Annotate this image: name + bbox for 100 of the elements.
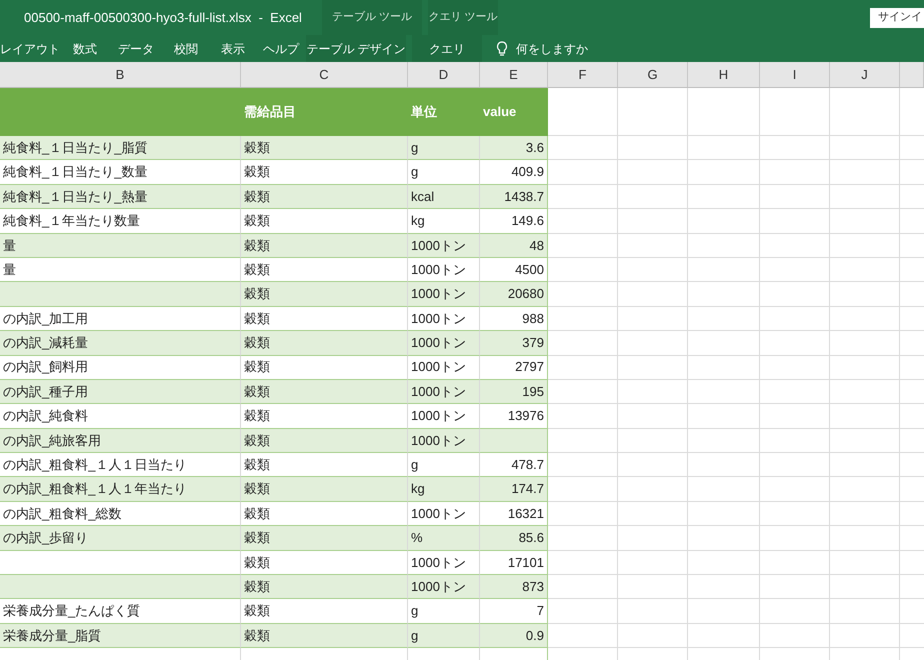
ribbon-tab[interactable]: クエリ: [412, 35, 482, 62]
empty-cell: [618, 184, 688, 210]
empty-cell: [830, 550, 900, 576]
empty-cell: [760, 428, 830, 454]
empty-cell: [618, 526, 688, 551]
table-cell: 穀類: [241, 306, 408, 332]
empty-cell: [760, 234, 830, 258]
table-cell: kg: [408, 477, 480, 502]
table-cell: 栄養成分量_脂質: [0, 624, 241, 648]
table-cell: g: [408, 453, 480, 478]
column-header[interactable]: E: [480, 62, 548, 87]
column-header[interactable]: C: [241, 62, 408, 87]
empty-cell: [618, 306, 688, 332]
table-cell: 穀類: [241, 380, 408, 404]
table-cell: 478.7: [480, 453, 548, 478]
ribbon-tab[interactable]: テーブル デザイン: [306, 35, 406, 62]
table-cell: 7: [480, 599, 548, 624]
table-header-cell-text: value: [483, 103, 516, 122]
column-header[interactable]: I: [760, 62, 830, 87]
ribbon-tab[interactable]: 数式: [60, 35, 110, 62]
table-cell: 穀類: [241, 184, 408, 210]
table-cell: 1000トン: [408, 380, 480, 404]
table-cell: 3.6: [480, 136, 548, 160]
empty-cell: [830, 356, 900, 380]
table-cell: 16321: [480, 502, 548, 526]
table-cell: 2797: [480, 356, 548, 380]
table-cell: 17101: [480, 550, 548, 576]
empty-cell: [618, 477, 688, 502]
empty-cell: [688, 453, 760, 478]
table-cell: 穀類: [241, 160, 408, 185]
empty-cell: [688, 356, 760, 380]
table-cell: 穀類: [241, 428, 408, 454]
empty-cell: [830, 575, 900, 600]
column-header[interactable]: D: [408, 62, 480, 87]
table-cell: 149.6: [480, 209, 548, 234]
column-header[interactable]: G: [618, 62, 688, 87]
table-cell: kcal: [408, 184, 480, 210]
lightbulb-icon: [496, 40, 508, 56]
empty-cell: [830, 184, 900, 210]
empty-cell: [688, 306, 760, 332]
table-cell: の内訳_飼料用: [0, 356, 241, 380]
table-cell: 穀類: [241, 550, 408, 576]
column-header[interactable]: B: [0, 62, 241, 87]
empty-cell: [688, 160, 760, 185]
table-cell: 1438.7: [480, 184, 548, 210]
empty-cell: [830, 453, 900, 478]
empty-cell: [760, 184, 830, 210]
empty-cell: [618, 428, 688, 454]
table-cell: 穀類: [241, 331, 408, 356]
table-cell: 穀類: [241, 599, 408, 624]
ribbon-tab[interactable]: レイアウト: [0, 35, 60, 62]
empty-cell: [760, 136, 830, 160]
empty-cell: [618, 624, 688, 648]
table-cell: 穀類: [241, 282, 408, 307]
table-cell: 穀類: [241, 575, 408, 600]
empty-cell: [830, 624, 900, 648]
table-cell: の内訳_純食料: [0, 404, 241, 429]
ribbon-tab[interactable]: ヘルプ: [256, 35, 306, 62]
table-cell: 純食料_１日当たり_脂質: [0, 136, 241, 160]
empty-cell: [618, 209, 688, 234]
table-cell: の内訳_種子用: [0, 380, 241, 404]
table-cell: 1000トン: [408, 331, 480, 356]
table-cell: 穀類: [241, 624, 408, 648]
empty-cell: [760, 306, 830, 332]
empty-cell: [618, 234, 688, 258]
empty-cell: [618, 356, 688, 380]
table-cell: の内訳_純旅客用: [0, 428, 241, 454]
empty-cell: [830, 599, 900, 624]
table-cell: の内訳_減耗量: [0, 331, 241, 356]
table-cell: 0.9: [480, 624, 548, 648]
empty-cell: [760, 380, 830, 404]
empty-cell: [830, 502, 900, 526]
table-cell: 穀類: [241, 502, 408, 526]
ribbon-tab[interactable]: 表示: [210, 35, 256, 62]
empty-cell: [830, 209, 900, 234]
column-header[interactable]: J: [830, 62, 900, 87]
table-cell: g: [408, 160, 480, 185]
table-header-cell-text: 需給品目: [244, 103, 296, 122]
empty-cell: [688, 136, 760, 160]
ribbon-tab[interactable]: 校閲: [162, 35, 210, 62]
tell-me-field[interactable]: 何をしますか: [516, 40, 588, 58]
table-cell: 穀類: [241, 356, 408, 380]
empty-cell: [618, 404, 688, 429]
table-cell: 穀類: [241, 453, 408, 478]
table-cell: 1000トン: [408, 356, 480, 380]
table-cell: 純食料_１日当たり_熱量: [0, 184, 241, 210]
column-header[interactable]: F: [548, 62, 618, 87]
table-cell: 1000トン: [408, 282, 480, 307]
table-cell: 195: [480, 380, 548, 404]
empty-cell: [830, 160, 900, 185]
column-header[interactable]: H: [688, 62, 760, 87]
empty-cell: [830, 428, 900, 454]
table-cell: 1000トン: [408, 258, 480, 282]
table-cell: 873: [480, 575, 548, 600]
sign-in-button[interactable]: サインイ: [870, 8, 924, 28]
ribbon-tab[interactable]: データ: [110, 35, 162, 62]
empty-cell: [830, 258, 900, 282]
empty-cell: [688, 380, 760, 404]
empty-cell: [618, 575, 688, 600]
table-cell: 純食料_１日当たり_数量: [0, 160, 241, 185]
